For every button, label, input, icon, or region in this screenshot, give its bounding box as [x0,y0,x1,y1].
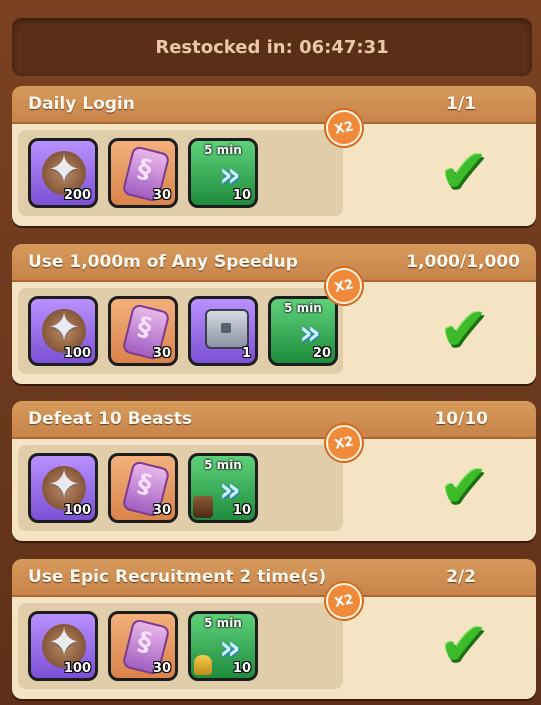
quest-title: Use Epic Recruitment 2 time(s) [28,567,327,587]
reward-qty: 10 [232,661,251,676]
rune-reward[interactable]: 30 [108,611,178,681]
quest-progress: 1/1 [446,94,476,114]
quest-body: 200 30 5 min » 10 X2 ✔ [12,106,536,226]
quest-card-epic-recruitment: Use Epic Recruitment 2 time(s) 2/2 100 3… [12,559,536,699]
quest-panel: Restocked in: 06:47:31 Daily Login 1/1 2… [0,0,541,705]
quest-card-daily-login: Daily Login 1/1 200 30 5 min » 10 X2 [12,86,536,226]
reward-qty: 30 [152,503,171,518]
chest-icon [205,309,249,349]
quest-progress: 10/10 [434,409,488,429]
reward-qty: 100 [63,503,91,518]
restock-timer: Restocked in: 06:47:31 [12,18,532,76]
quest-title: Daily Login [28,94,135,114]
reward-qty: 100 [63,346,91,361]
reward-qty: 30 [152,188,171,203]
completed-check-icon[interactable]: ✔ [434,142,494,202]
speedup-reward[interactable]: 5 min » 10 [188,138,258,208]
hero-portrait-icon [193,496,213,518]
quest-header: Defeat 10 Beasts 10/10 [12,401,536,439]
reward-qty: 10 [232,503,251,518]
quest-title: Defeat 10 Beasts [28,409,192,429]
completed-check-icon[interactable]: ✔ [434,300,494,360]
quest-card-beasts: Defeat 10 Beasts 10/10 100 30 5 min » 10 [12,401,536,541]
reward-qty: 1 [241,346,251,361]
quest-card-speedup: Use 1,000m of Any Speedup 1,000/1,000 10… [12,244,536,384]
quest-title: Use 1,000m of Any Speedup [28,252,298,272]
shuriken-reward[interactable]: 100 [28,453,98,523]
completed-check-icon[interactable]: ✔ [434,457,494,517]
quest-progress: 1,000/1,000 [406,252,520,272]
quest-header: Daily Login 1/1 [12,86,536,124]
shuriken-reward[interactable]: 100 [28,611,98,681]
rewards-box: 100 30 5 min » 10 [18,603,343,689]
rune-reward[interactable]: 30 [108,296,178,366]
quest-header: Use 1,000m of Any Speedup 1,000/1,000 [12,244,536,282]
speedup-reward[interactable]: 5 min » 10 [188,611,258,681]
rune-reward[interactable]: 30 [108,138,178,208]
quest-header: Use Epic Recruitment 2 time(s) 2/2 [12,559,536,597]
rewards-box: 200 30 5 min » 10 [18,130,343,216]
rewards-box: 100 30 5 min » 10 [18,445,343,531]
bell-icon [194,655,212,675]
speedup-reward[interactable]: 5 min » 20 [268,296,338,366]
reward-qty: 30 [152,346,171,361]
shuriken-reward[interactable]: 200 [28,138,98,208]
quest-body: 100 30 5 min » 10 X2 ✔ [12,579,536,699]
reward-qty: 100 [63,661,91,676]
rewards-box: 100 30 1 5 min » 20 [18,288,343,374]
quest-body: 100 30 5 min » 10 X2 ✔ [12,421,536,541]
reward-qty: 30 [152,661,171,676]
restock-label: Restocked in: 06:47:31 [155,36,389,58]
chest-reward[interactable]: 1 [188,296,258,366]
quest-body: 100 30 1 5 min » 20 X2 ✔ [12,264,536,384]
reward-qty: 10 [232,188,251,203]
speedup-reward[interactable]: 5 min » 10 [188,453,258,523]
completed-check-icon[interactable]: ✔ [434,615,494,675]
rune-reward[interactable]: 30 [108,453,178,523]
shuriken-reward[interactable]: 100 [28,296,98,366]
quest-progress: 2/2 [446,567,476,587]
reward-qty: 200 [63,188,91,203]
reward-qty: 20 [312,346,331,361]
